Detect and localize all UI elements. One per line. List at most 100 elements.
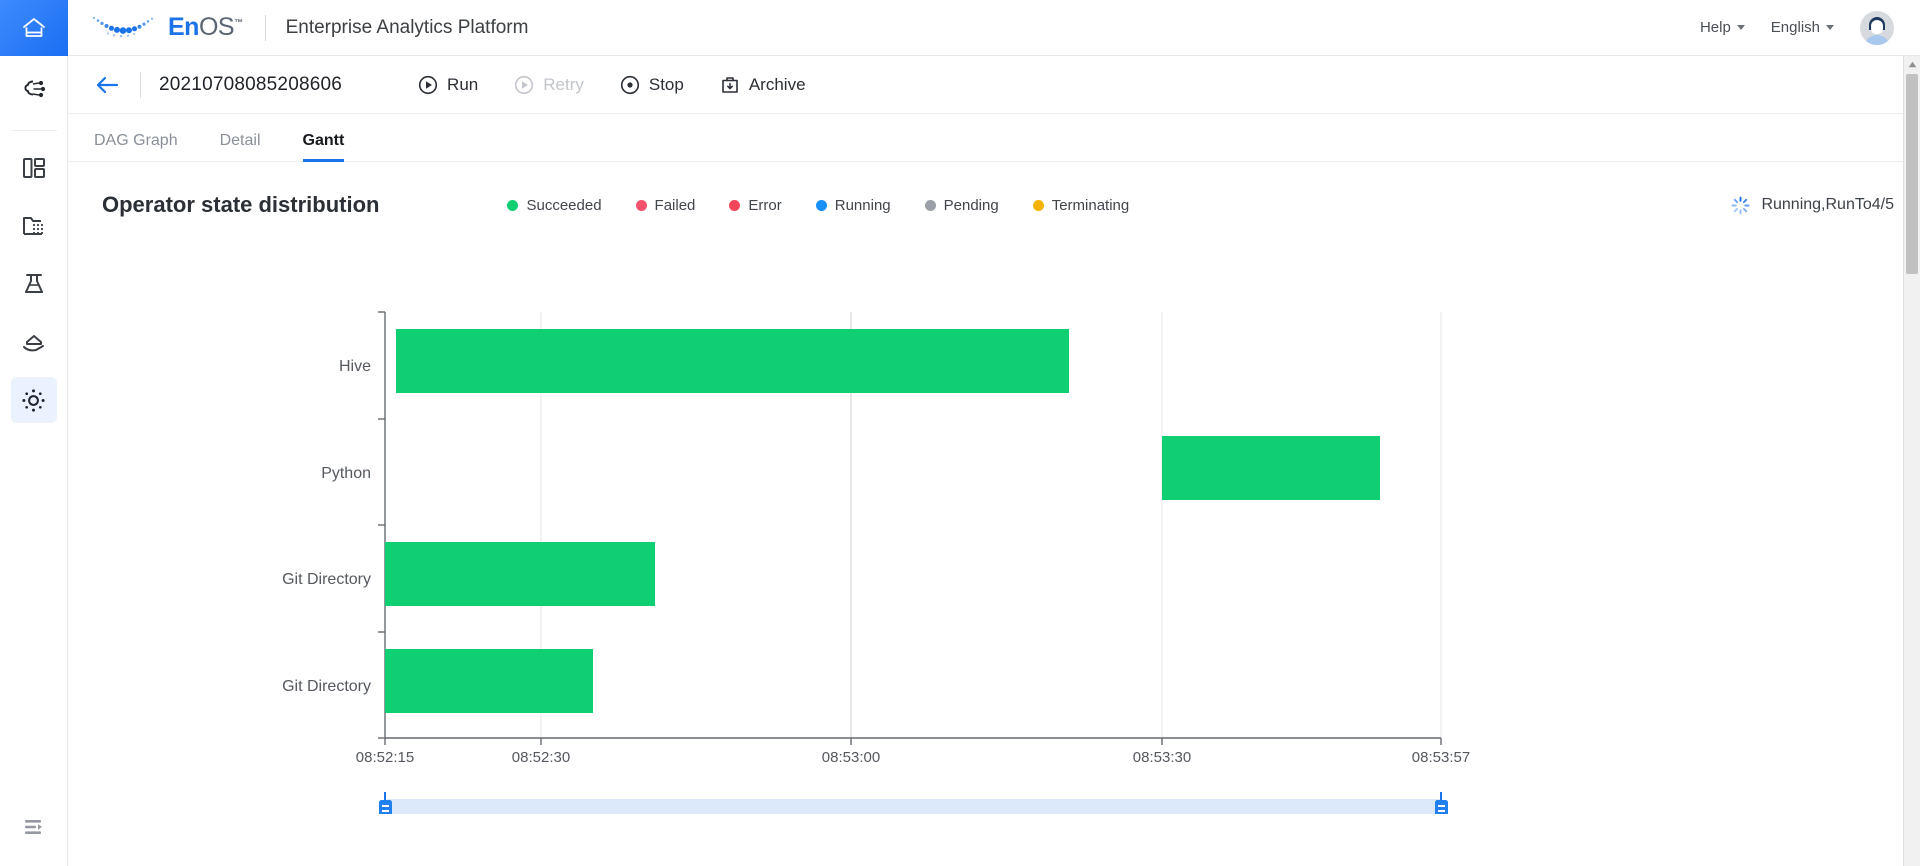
run-button-label: Run xyxy=(447,74,479,94)
run-id-label: 20210708085208606 xyxy=(159,73,343,95)
avatar-body xyxy=(1864,34,1890,45)
sidebar-collapse-toggle[interactable] xyxy=(11,804,57,850)
y-label-2: Git Directory xyxy=(282,571,371,588)
view-tabs: DAG Graph Detail Gantt xyxy=(68,114,1920,162)
legend-label-pending: Pending xyxy=(943,196,999,214)
platform-title: Enterprise Analytics Platform xyxy=(285,16,529,38)
sidebar-divider xyxy=(10,130,57,131)
sidebar-item-data-folder[interactable] xyxy=(11,203,57,249)
data-zoom-handle-right[interactable] xyxy=(1435,792,1448,814)
header-right-actions: Help English xyxy=(1700,10,1920,45)
x-tick-label-2: 08:53:00 xyxy=(822,749,880,766)
gantt-bars xyxy=(385,329,1380,713)
gantt-chart[interactable]: Hive Python Git Directory Git Directory xyxy=(68,254,1920,866)
body-row: 20210708085208606 Run Retry Stop Archive… xyxy=(0,56,1920,866)
enos-wordmark: EnOS™ xyxy=(168,15,243,40)
play-circle-icon xyxy=(418,75,438,94)
run-toolbar: 20210708085208606 Run Retry Stop Archive xyxy=(68,56,1920,114)
settings-gear-icon xyxy=(22,388,45,412)
sidebar-item-model-serving[interactable] xyxy=(11,319,57,365)
legend-label-error: Error xyxy=(748,196,782,214)
chevron-down-icon xyxy=(1736,25,1745,30)
sidebar-item-settings[interactable] xyxy=(10,377,57,423)
data-zoom-track[interactable] xyxy=(385,799,1441,814)
lab-flask-icon xyxy=(24,274,43,293)
brand-divider xyxy=(264,14,266,41)
legend-label-succeeded: Succeeded xyxy=(526,196,602,214)
avatar[interactable] xyxy=(1860,10,1894,45)
y-label-0: Hive xyxy=(339,358,371,375)
gantt-bar-hive[interactable] xyxy=(396,329,1069,393)
tab-gantt[interactable]: Gantt xyxy=(302,132,344,162)
y-axis xyxy=(378,311,386,739)
gantt-bar-git-directory-1[interactable] xyxy=(385,542,655,606)
home-button[interactable] xyxy=(0,0,68,56)
legend-dot-succeeded xyxy=(507,199,519,211)
panel-header: Operator state distribution Succeeded Fa… xyxy=(68,162,1920,218)
x-tick-label-1: 08:52:30 xyxy=(512,749,570,766)
page-scrollbar[interactable] xyxy=(1903,56,1920,866)
y-label-1: Python xyxy=(321,465,371,482)
y-axis-labels: Hive Python Git Directory Git Directory xyxy=(282,358,371,695)
language-menu[interactable]: English xyxy=(1771,19,1834,36)
model-serving-icon xyxy=(22,335,44,352)
legend-item-pending[interactable]: Pending xyxy=(924,196,999,214)
back-arrow-icon xyxy=(96,76,119,93)
tab-detail[interactable]: Detail xyxy=(220,132,261,161)
legend-dot-error xyxy=(729,199,741,211)
retry-button: Retry xyxy=(514,75,584,95)
avatar-face xyxy=(1871,19,1883,34)
home-icon xyxy=(23,17,45,37)
legend-item-failed[interactable]: Failed xyxy=(635,196,696,214)
scrollbar-thumb[interactable] xyxy=(1906,74,1918,274)
data-zoom-slider[interactable] xyxy=(379,792,1448,814)
sidebar-item-ai-model[interactable] xyxy=(11,66,57,112)
legend-item-running[interactable]: Running xyxy=(815,197,891,214)
dashboard-icon xyxy=(22,158,45,178)
legend-item-error[interactable]: Error xyxy=(729,196,782,214)
x-axis-labels: 08:52:15 08:52:30 08:53:00 08:53:30 08:5… xyxy=(356,749,1470,766)
retry-circle-icon xyxy=(515,75,534,94)
toolbar-actions: Run Retry Stop Archive xyxy=(418,75,806,95)
legend-dot-failed xyxy=(635,199,647,211)
top-header: EnOS™ Enterprise Analytics Platform Help… xyxy=(0,0,1920,56)
stop-button-label: Stop xyxy=(648,74,684,94)
legend-label-failed: Failed xyxy=(654,196,696,214)
run-status-badge: Running,RunTo4/5 xyxy=(1731,196,1894,215)
page-title: Operator state distribution xyxy=(102,192,380,217)
x-axis xyxy=(384,737,1442,745)
enos-logo[interactable]: EnOS™ xyxy=(90,13,243,43)
sidebar-item-dashboard[interactable] xyxy=(11,145,57,191)
tab-dag-graph[interactable]: DAG Graph xyxy=(94,132,178,161)
main-content: 20210708085208606 Run Retry Stop Archive… xyxy=(68,56,1920,866)
gantt-panel: Operator state distribution Succeeded Fa… xyxy=(68,162,1920,866)
logo-os-text: OS xyxy=(198,13,235,41)
help-label: Help xyxy=(1699,19,1731,36)
legend-dot-running xyxy=(815,199,827,211)
archive-button[interactable]: Archive xyxy=(720,75,806,95)
stop-button[interactable]: Stop xyxy=(620,75,684,95)
stop-circle-icon xyxy=(620,75,639,94)
help-menu[interactable]: Help xyxy=(1700,19,1745,36)
gantt-bar-git-directory-2[interactable] xyxy=(385,649,593,713)
data-zoom-handle-left[interactable] xyxy=(379,792,392,814)
collapse-sidebar-icon xyxy=(24,820,42,834)
sidebar-item-lab[interactable] xyxy=(11,261,57,307)
archive-box-icon xyxy=(722,76,738,93)
chevron-down-icon xyxy=(1826,25,1834,30)
x-tick-label-4: 08:53:57 xyxy=(1412,749,1470,766)
back-button[interactable] xyxy=(94,74,120,96)
scroll-up-button[interactable] xyxy=(1904,56,1920,73)
legend-item-succeeded[interactable]: Succeeded xyxy=(507,196,602,214)
gantt-bar-python[interactable] xyxy=(1162,436,1380,500)
legend-dot-terminating xyxy=(1032,199,1044,211)
enos-swoosh-icon xyxy=(92,16,154,37)
y-label-3: Git Directory xyxy=(282,678,371,695)
run-button[interactable]: Run xyxy=(418,75,478,95)
chart-legend: Succeeded Failed Error Running Pending T… xyxy=(507,197,1129,214)
x-tick-label-0: 08:52:15 xyxy=(356,749,414,766)
archive-button-label: Archive xyxy=(748,74,806,94)
legend-item-terminating[interactable]: Terminating xyxy=(1032,197,1129,214)
data-folder-icon xyxy=(22,217,43,235)
logo-en-text: En xyxy=(168,13,199,41)
